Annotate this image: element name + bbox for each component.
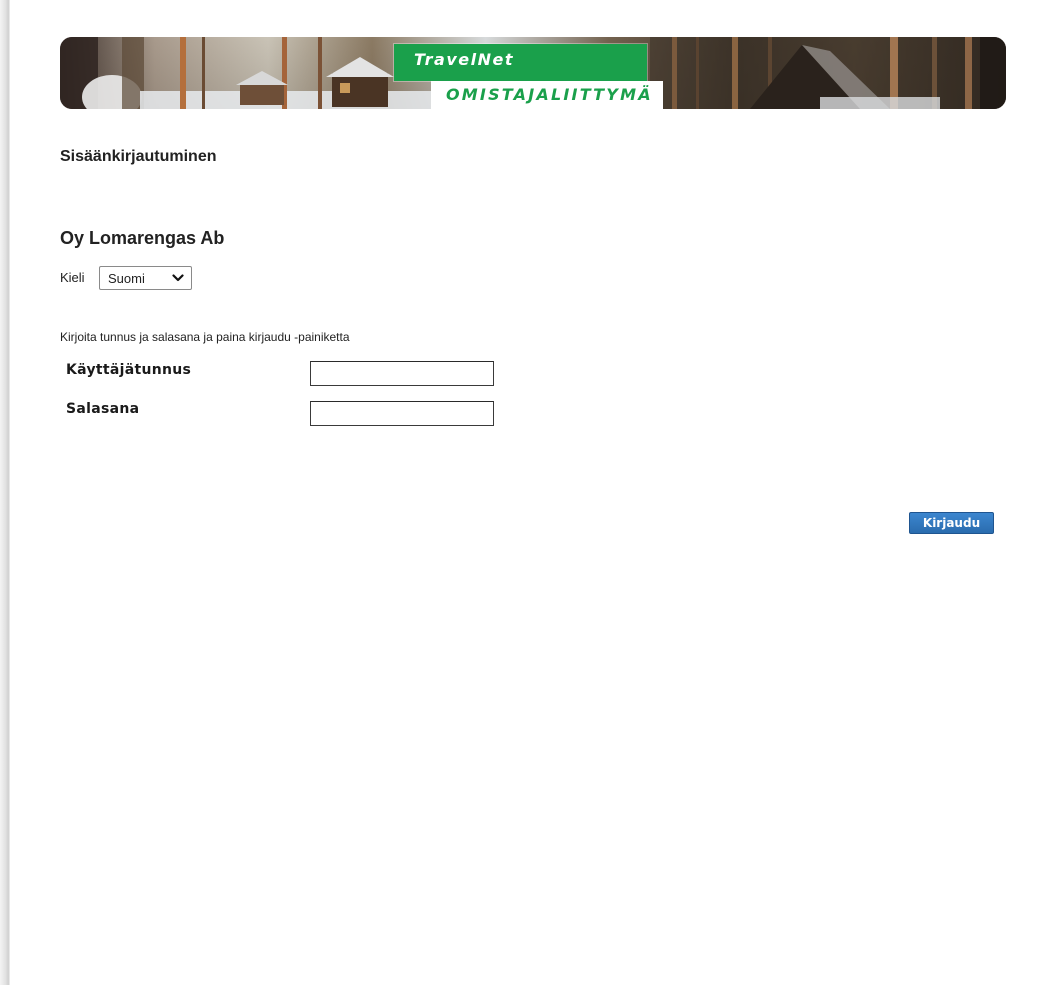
logo-omistajaliittyma-text: OMISTAJALIITTYMÄ <box>446 85 653 104</box>
language-selected-value: Suomi <box>108 271 145 286</box>
header-banner: TravelNet OMISTAJALIITTYMÄ <box>60 37 1006 109</box>
password-label: Salasana <box>66 401 140 417</box>
login-instructions: Kirjoita tunnus ja salasana ja paina kir… <box>60 330 350 344</box>
username-label: Käyttäjätunnus <box>66 362 192 378</box>
username-input[interactable] <box>310 361 494 386</box>
password-input[interactable] <box>310 401 494 426</box>
language-label: Kieli <box>60 270 85 285</box>
chevron-down-icon <box>172 274 184 282</box>
window-left-edge <box>0 0 10 985</box>
logo-travelnet-text: TravelNet <box>414 50 514 69</box>
page-container: TravelNet OMISTAJALIITTYMÄ Sisäänkirjaut… <box>60 0 1006 985</box>
language-select[interactable]: Suomi <box>99 266 192 290</box>
page-title: Sisäänkirjautuminen <box>60 148 217 165</box>
login-button[interactable]: Kirjaudu <box>909 512 994 534</box>
company-name: Oy Lomarengas Ab <box>60 228 225 248</box>
